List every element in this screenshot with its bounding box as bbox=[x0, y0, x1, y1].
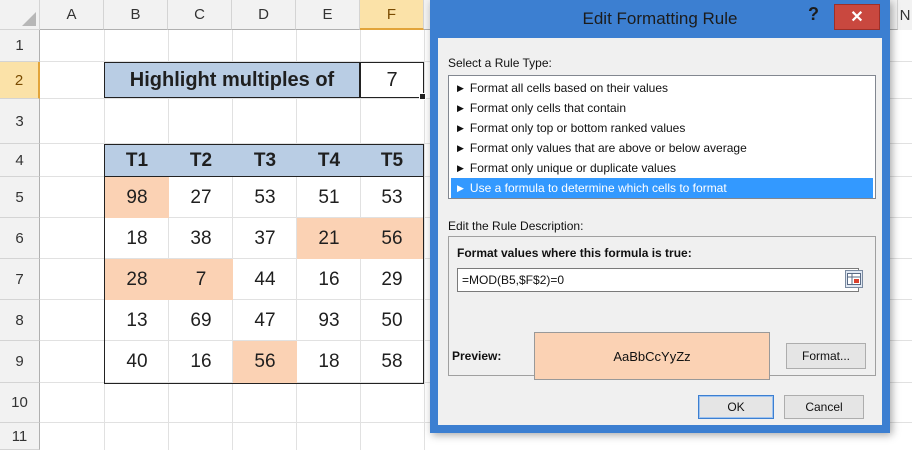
rule-type-item[interactable]: ▶ Format only values that are above or be… bbox=[451, 138, 873, 158]
row-header-5[interactable]: 5 bbox=[0, 177, 40, 218]
table-header-t3[interactable]: T3 bbox=[233, 145, 297, 177]
cancel-button[interactable]: Cancel bbox=[784, 395, 864, 419]
column-header-a[interactable]: A bbox=[40, 0, 104, 30]
table-cell-b6[interactable]: 18 bbox=[105, 218, 169, 259]
column-header-d[interactable]: D bbox=[232, 0, 296, 30]
row-header-8[interactable]: 8 bbox=[0, 300, 40, 341]
table-cell-e9[interactable]: 18 bbox=[297, 341, 361, 383]
table-cell-f9[interactable]: 58 bbox=[361, 341, 423, 383]
multiple-value: 7 bbox=[386, 68, 398, 91]
table-cell-c7[interactable]: 7 bbox=[169, 259, 233, 300]
table-cell-f6[interactable]: 56 bbox=[361, 218, 423, 259]
table-cell-d6[interactable]: 37 bbox=[233, 218, 297, 259]
edit-formatting-rule-dialog: Edit Formatting Rule ? ✕ Select a Rule T… bbox=[430, 0, 890, 433]
triangle-right-icon: ▶ bbox=[457, 82, 464, 93]
rule-type-item-selected[interactable]: ▶ Use a formula to determine which cells … bbox=[451, 178, 873, 198]
row-header-10[interactable]: 10 bbox=[0, 383, 40, 423]
select-all-corner[interactable] bbox=[0, 0, 40, 30]
column-header-n[interactable]: N bbox=[898, 0, 912, 30]
title-cell-b2[interactable]: Highlight multiples of bbox=[104, 62, 360, 98]
rule-type-label: Format only values that are above or bel… bbox=[469, 141, 747, 155]
row-header-4[interactable]: 4 bbox=[0, 144, 40, 177]
row-header-7[interactable]: 7 bbox=[0, 259, 40, 300]
rule-type-list[interactable]: ▶ Format all cells based on their values … bbox=[448, 75, 876, 199]
formula-heading: Format values where this formula is true… bbox=[457, 246, 692, 260]
table-cell-c6[interactable]: 38 bbox=[169, 218, 233, 259]
dialog-body: Select a Rule Type: ▶ Format all cells ba… bbox=[438, 38, 882, 425]
format-button[interactable]: Format... bbox=[786, 343, 866, 369]
help-icon[interactable]: ? bbox=[808, 4, 819, 25]
table-cell-d9[interactable]: 56 bbox=[233, 341, 297, 383]
rule-type-item[interactable]: ▶ Format all cells based on their values bbox=[451, 78, 873, 98]
table-header-t5[interactable]: T5 bbox=[361, 145, 423, 177]
rule-type-label: Format only cells that contain bbox=[469, 101, 626, 115]
row-header-6[interactable]: 6 bbox=[0, 218, 40, 259]
rule-type-label: Use a formula to determine which cells t… bbox=[469, 181, 727, 195]
triangle-right-icon: ▶ bbox=[457, 162, 464, 173]
row-header-3[interactable]: 3 bbox=[0, 99, 40, 144]
formula-input[interactable] bbox=[457, 268, 859, 292]
range-select-icon bbox=[847, 273, 861, 285]
table-cell-d5[interactable]: 53 bbox=[233, 177, 297, 218]
data-table: T1 T2 T3 T4 T5 98 27 53 51 53 18 38 37 2… bbox=[104, 144, 424, 384]
rule-type-label: Format only top or bottom ranked values bbox=[469, 121, 686, 135]
triangle-right-icon: ▶ bbox=[457, 122, 464, 133]
edit-description-label: Edit the Rule Description: bbox=[448, 219, 584, 233]
table-cell-b9[interactable]: 40 bbox=[105, 341, 169, 383]
table-cell-b7[interactable]: 28 bbox=[105, 259, 169, 300]
table-cell-c8[interactable]: 69 bbox=[169, 300, 233, 341]
table-cell-b8[interactable]: 13 bbox=[105, 300, 169, 341]
table-cell-e6[interactable]: 21 bbox=[297, 218, 361, 259]
column-header-b[interactable]: B bbox=[104, 0, 168, 30]
rule-type-item[interactable]: ▶ Format only unique or duplicate values bbox=[451, 158, 873, 178]
row-header-9[interactable]: 9 bbox=[0, 341, 40, 383]
close-button[interactable]: ✕ bbox=[834, 4, 880, 30]
table-header-t1[interactable]: T1 bbox=[105, 145, 169, 177]
row-header-1[interactable]: 1 bbox=[0, 30, 40, 62]
table-cell-f8[interactable]: 50 bbox=[361, 300, 423, 341]
table-cell-f5[interactable]: 53 bbox=[361, 177, 423, 218]
row-header-2[interactable]: 2 bbox=[0, 62, 40, 99]
column-header-e[interactable]: E bbox=[296, 0, 360, 30]
column-header-c[interactable]: C bbox=[168, 0, 232, 30]
preview-label: Preview: bbox=[452, 349, 502, 363]
format-preview: AaBbCcYyZz bbox=[534, 332, 770, 380]
table-cell-d7[interactable]: 44 bbox=[233, 259, 297, 300]
table-cell-f7[interactable]: 29 bbox=[361, 259, 423, 300]
table-cell-d8[interactable]: 47 bbox=[233, 300, 297, 341]
fill-handle[interactable] bbox=[419, 93, 426, 100]
ok-button[interactable]: OK bbox=[698, 395, 774, 419]
dialog-title: Edit Formatting Rule bbox=[582, 9, 738, 28]
value-cell-f2[interactable]: 7 bbox=[360, 62, 426, 100]
rule-type-item[interactable]: ▶ Format only cells that contain bbox=[451, 98, 873, 118]
table-header-t2[interactable]: T2 bbox=[169, 145, 233, 177]
table-cell-b5[interactable]: 98 bbox=[105, 177, 169, 218]
table-cell-e7[interactable]: 16 bbox=[297, 259, 361, 300]
table-cell-e5[interactable]: 51 bbox=[297, 177, 361, 218]
table-cell-c5[interactable]: 27 bbox=[169, 177, 233, 218]
column-header-f[interactable]: F bbox=[360, 0, 424, 30]
triangle-right-icon: ▶ bbox=[457, 142, 464, 153]
rule-type-label: Format only unique or duplicate values bbox=[469, 161, 677, 175]
row-header-11[interactable]: 11 bbox=[0, 423, 40, 450]
triangle-right-icon: ▶ bbox=[457, 102, 464, 113]
table-header-t4[interactable]: T4 bbox=[297, 145, 361, 177]
triangle-right-icon: ▶ bbox=[457, 182, 464, 193]
select-rule-type-label: Select a Rule Type: bbox=[448, 56, 552, 70]
rule-type-label: Format all cells based on their values bbox=[469, 81, 669, 95]
table-cell-e8[interactable]: 93 bbox=[297, 300, 361, 341]
rule-type-item[interactable]: ▶ Format only top or bottom ranked values bbox=[451, 118, 873, 138]
collapse-dialog-button[interactable] bbox=[845, 270, 863, 288]
table-cell-c9[interactable]: 16 bbox=[169, 341, 233, 383]
